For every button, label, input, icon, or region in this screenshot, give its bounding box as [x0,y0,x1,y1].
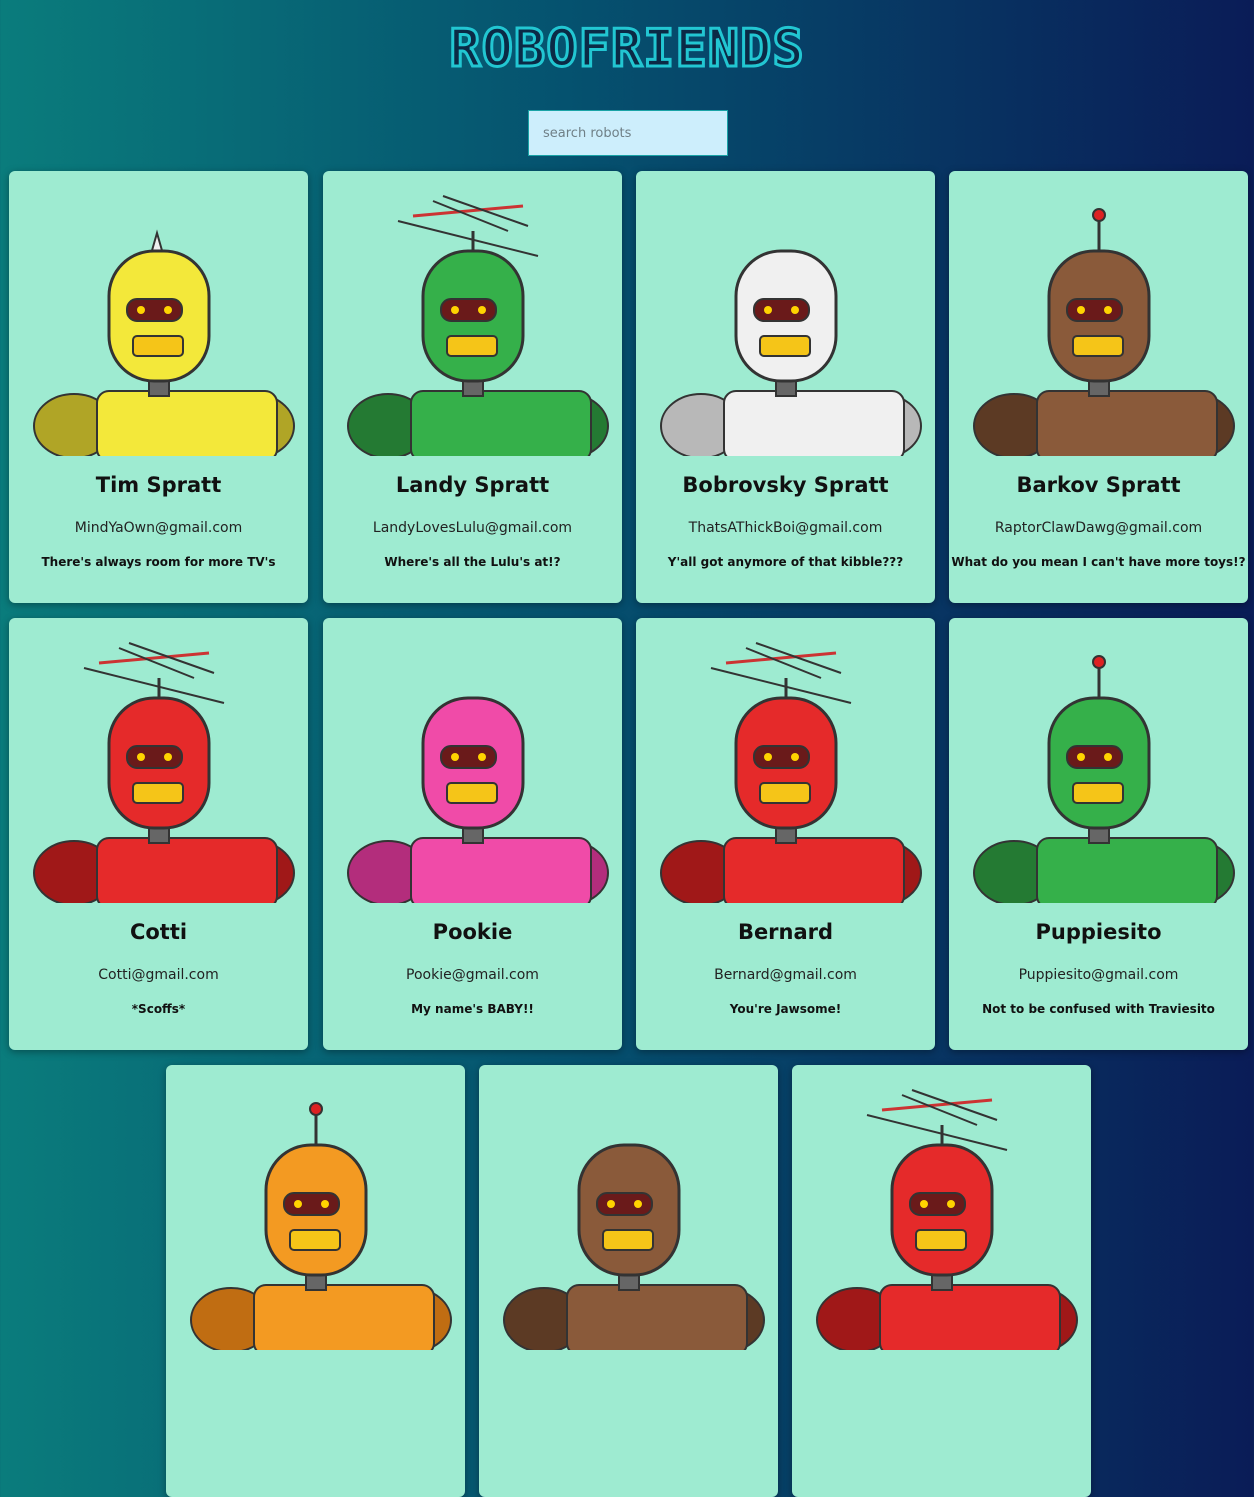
robot-card[interactable]: Landy Spratt LandyLovesLulu@gmail.com Wher… [323,171,622,603]
robot-image [33,642,295,903]
robot-email: Cotti@gmail.com [98,967,219,983]
robot-card[interactable]: Cotti Cotti@gmail.com *Scoffs* [9,618,308,1050]
robot-card[interactable] [479,1065,778,1497]
robot-name: Landy Spratt [395,473,550,497]
robot-image [503,1143,765,1350]
robot-name: Bernard [737,920,834,944]
robot-image [973,208,1235,456]
robot-image [347,195,609,456]
robot-image [33,229,295,456]
robot-image [190,1102,452,1350]
robot-image [816,1089,1078,1350]
robot-quote: Not to be confused with Traviesito [982,1002,1215,1016]
robot-email: RaptorClawDawg@gmail.com [994,520,1203,536]
robot-name: Tim Spratt [95,473,222,497]
robot-email: Puppiesito@gmail.com [1018,967,1179,983]
robot-email: Pookie@gmail.com [406,967,539,983]
robot-email: ThatsAThickBoi@gmail.com [688,520,883,536]
robot-image [660,249,922,456]
robot-name: Pookie [432,920,513,944]
robot-quote: There's always room for more TV's [41,555,276,569]
robot-card[interactable]: Pookie Pookie@gmail.com My name's BABY!! [323,618,622,1050]
search-input[interactable] [528,110,728,156]
robot-quote: Y'all got anymore of that kibble??? [667,555,904,569]
robot-card[interactable]: Tim Spratt MindYaOwn@gmail.com There's alw… [9,171,308,603]
robot-email: Bernard@gmail.com [714,967,857,983]
robot-card[interactable]: Barkov Spratt RaptorClawDawg@gmail.com Wha… [949,171,1248,603]
robot-image [347,696,609,903]
robot-quote: My name's BABY!! [411,1002,534,1016]
robot-quote: *Scoffs* [131,1002,186,1016]
app-title: ROBOFRIENDS [448,18,805,81]
robot-card[interactable]: Bernard Bernard@gmail.com You're Jawsome! [636,618,935,1050]
robot-card[interactable]: Bobrovsky Spratt ThatsAThickBoi@gmail.com… [636,171,935,603]
robot-image [660,642,922,903]
robot-name: Cotti [129,920,188,944]
robot-card[interactable] [792,1065,1091,1497]
robot-quote: What do you mean I can't have more toys!… [951,555,1246,569]
robot-quote: You're Jawsome! [729,1002,842,1016]
robot-card[interactable] [166,1065,465,1497]
robot-name: Barkov Spratt [1016,473,1181,497]
robot-quote: Where's all the Lulu's at!? [384,555,561,569]
robot-email: MindYaOwn@gmail.com [74,520,243,536]
robot-name: Bobrovsky Spratt [682,473,889,497]
robot-email: LandyLovesLulu@gmail.com [372,520,573,536]
robot-name: Puppiesito [1035,920,1162,944]
robot-card[interactable]: Puppiesito Puppiesito@gmail.com Not to be … [949,618,1248,1050]
robot-image [973,655,1235,903]
